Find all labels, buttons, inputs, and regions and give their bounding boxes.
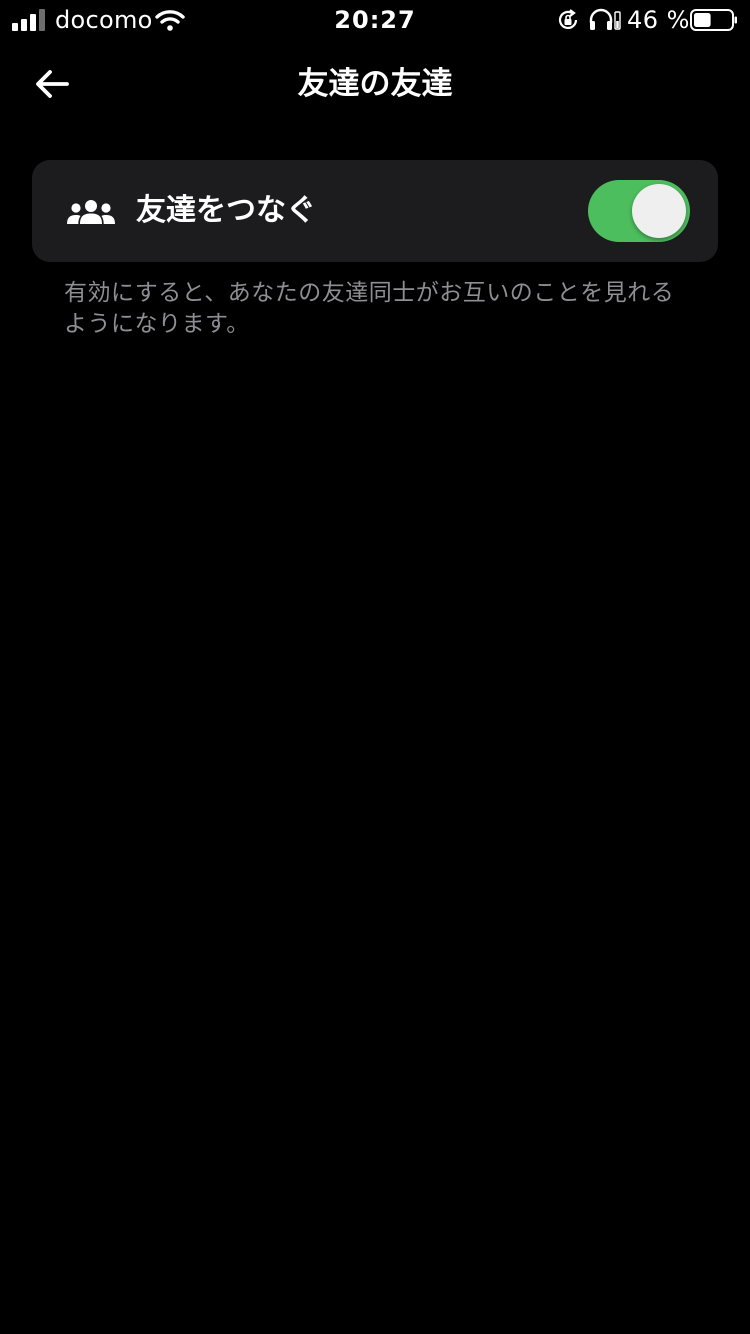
people-icon: [67, 200, 115, 224]
setting-description: 有効にすると、あなたの友達同士がお互いのことを見れるようになります。: [64, 280, 675, 337]
connect-friends-setting: 友達をつなぐ: [32, 160, 718, 262]
rotation-lock-icon: [558, 9, 578, 29]
headphones-icon: [589, 8, 621, 30]
toggle-knob: [632, 184, 686, 238]
battery-icon: [690, 9, 737, 31]
setting-label: 友達をつなぐ: [136, 193, 316, 228]
battery-percentage: 46 %: [627, 6, 690, 34]
page-title: 友達の友達: [297, 66, 453, 102]
connect-friends-toggle[interactable]: [588, 180, 690, 242]
status-bar: docomo 20:27 46 %: [0, 0, 750, 40]
